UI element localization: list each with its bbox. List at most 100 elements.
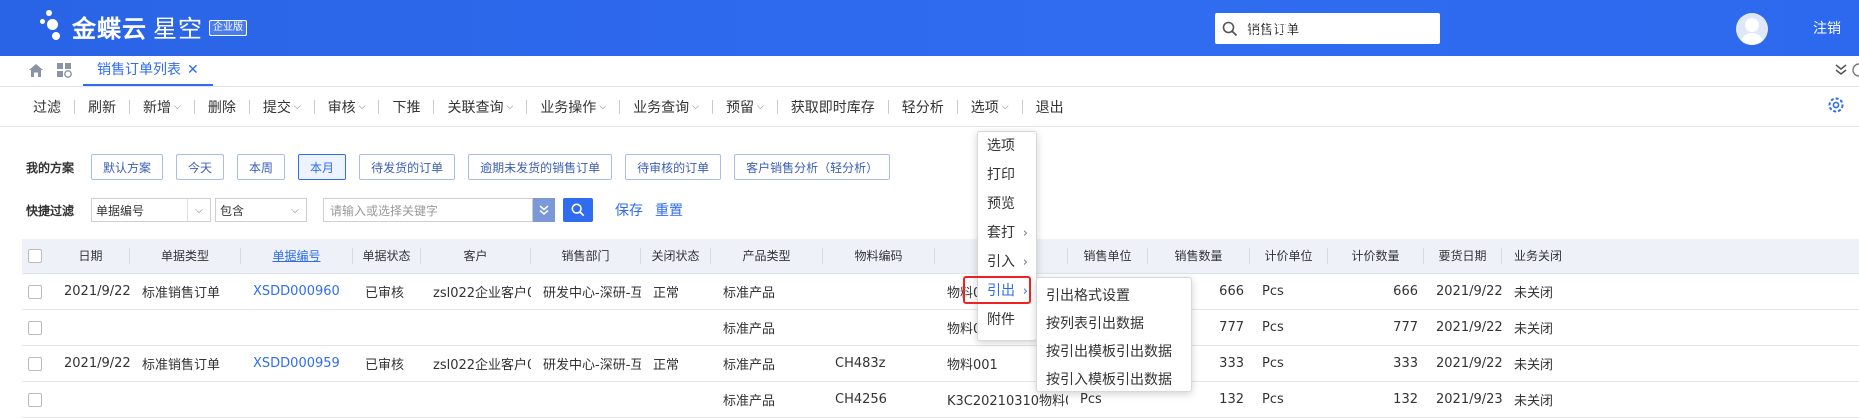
chevron-down-icon: ⌵ bbox=[1001, 101, 1009, 112]
toolbar-new[interactable]: 新增 ⌵ bbox=[130, 97, 194, 117]
table-cell[interactable]: XSDD000959 bbox=[241, 356, 353, 371]
search-button[interactable] bbox=[563, 198, 593, 222]
org-name: 000 纷享销客 bbox=[1331, 21, 1419, 37]
logout-link[interactable]: 注销 bbox=[1813, 18, 1841, 38]
toolbar-business-ops[interactable]: 业务操作 ⌵ bbox=[527, 97, 619, 117]
menu-item-print[interactable]: 打印 bbox=[978, 161, 1036, 190]
col-price-unit[interactable]: 计价单位 bbox=[1250, 248, 1328, 264]
table-cell: 标准产品 bbox=[723, 394, 776, 409]
table-cell: 132 bbox=[1219, 392, 1244, 407]
filter-field-select[interactable]: 单据编号 ⌵ bbox=[91, 198, 211, 222]
col-price-qty[interactable]: 计价数量 bbox=[1328, 248, 1424, 264]
select-all-checkbox[interactable] bbox=[22, 249, 52, 263]
export-submenu: 引出格式设置 按列表引出数据 按引出模板引出数据 按引入模板引出数据 bbox=[1036, 277, 1192, 392]
row-checkbox[interactable] bbox=[22, 320, 52, 335]
col-material-code[interactable]: 物料编码 bbox=[823, 248, 935, 264]
col-date[interactable]: 日期 bbox=[52, 248, 130, 264]
toolbar-business-query[interactable]: 业务查询 ⌵ bbox=[620, 97, 712, 117]
menu-item-options[interactable]: 选项 bbox=[978, 132, 1036, 161]
table-row[interactable]: 2021/9/22 标准销售订单 XSDD000959 已审核 zsl022企业客户02… bbox=[22, 346, 1859, 382]
col-required-date[interactable]: 要货日期 bbox=[1424, 248, 1502, 264]
col-doc-type[interactable]: 单据类型 bbox=[130, 248, 241, 264]
row-checkbox[interactable] bbox=[22, 356, 52, 371]
toolbar-audit[interactable]: 审核 ⌵ bbox=[315, 97, 379, 117]
menu-item-import[interactable]: 引入 › bbox=[978, 248, 1036, 277]
table-cell: 正常 bbox=[653, 358, 680, 373]
toolbar-options[interactable]: 选项 ⌵ bbox=[958, 97, 1022, 117]
toolbar-filter[interactable]: 过滤 bbox=[20, 97, 74, 117]
row-checkbox[interactable] bbox=[22, 392, 52, 407]
scheme-overdue-shipment[interactable]: 逾期未发货的销售订单 bbox=[468, 154, 613, 180]
double-chevron-down-icon[interactable] bbox=[533, 198, 555, 222]
menu-item-preview[interactable]: 预览 bbox=[978, 190, 1036, 219]
submenu-export-by-export-template[interactable]: 按引出模板引出数据 bbox=[1037, 338, 1191, 366]
keyword-input[interactable]: 请输入或选择关键字 bbox=[323, 198, 533, 222]
col-product-type[interactable]: 产品类型 bbox=[711, 248, 823, 264]
table-cell: 132 bbox=[1393, 392, 1418, 407]
scheme-pending-audit[interactable]: 待审核的订单 bbox=[625, 154, 722, 180]
col-close-status[interactable]: 关闭状态 bbox=[641, 248, 711, 264]
col-customer[interactable]: 客户 bbox=[421, 248, 531, 264]
chevron-down-icon: ⌵ bbox=[358, 101, 366, 112]
org-switcher[interactable]: 000 纷享销客 ⌵ bbox=[1331, 18, 1430, 38]
brand-logo[interactable]: 金蝶云 星空 企业版 bbox=[38, 8, 247, 44]
home-icon[interactable] bbox=[28, 63, 44, 82]
scheme-default[interactable]: 默认方案 bbox=[91, 154, 164, 180]
col-sales-unit[interactable]: 销售单位 bbox=[1068, 248, 1148, 264]
chevron-right-icon: › bbox=[1022, 226, 1028, 241]
chevron-down-icon: ⌵ bbox=[291, 204, 299, 216]
reset-filter-button[interactable]: 重置 bbox=[655, 200, 683, 220]
toolbar-reserve[interactable]: 预留 ⌵ bbox=[713, 97, 777, 117]
table-header: 日期 单据类型 单据编号 单据状态 客户 销售部门 关闭状态 产品类型 物料编码… bbox=[22, 239, 1859, 274]
table-row[interactable]: 标准产品物料001Pcs777Pcs7772021/9/22 ...未关闭 bbox=[22, 310, 1859, 346]
submenu-export-by-import-template[interactable]: 按引入模板引出数据 bbox=[1037, 366, 1191, 394]
scheme-today[interactable]: 今天 bbox=[176, 154, 225, 180]
menu-item-attachment[interactable]: 附件 bbox=[978, 306, 1036, 335]
scheme-row: 我的方案 默认方案 今天 本周 本月 待发货的订单 逾期未发货的销售订单 待审核… bbox=[26, 153, 903, 181]
chevron-down-icon: ⌵ bbox=[1422, 25, 1431, 36]
col-business-close[interactable]: 业务关闭 bbox=[1502, 248, 1574, 264]
toolbar-exit[interactable]: 退出 bbox=[1023, 97, 1077, 117]
scheme-pending-shipment[interactable]: 待发货的订单 bbox=[359, 154, 456, 180]
table-cell: Pcs bbox=[1262, 284, 1284, 299]
close-icon[interactable]: ✕ bbox=[187, 56, 199, 84]
tab-sales-order-list[interactable]: 销售订单列表 ✕ bbox=[83, 56, 213, 86]
col-doc-status[interactable]: 单据状态 bbox=[353, 248, 421, 264]
double-chevron-down-icon[interactable] bbox=[1834, 62, 1848, 80]
menu-item-template-print[interactable]: 套打 › bbox=[978, 219, 1036, 248]
toolbar-light-analysis[interactable]: 轻分析 bbox=[889, 97, 957, 117]
save-filter-button[interactable]: 保存 bbox=[615, 200, 643, 220]
gear-icon[interactable] bbox=[1827, 96, 1845, 118]
scheme-this-week[interactable]: 本周 bbox=[237, 154, 286, 180]
more-icon[interactable] bbox=[1852, 62, 1859, 82]
highlight-frame bbox=[963, 276, 1031, 304]
table-cell[interactable]: XSDD000960 bbox=[241, 284, 353, 299]
interface-env-link[interactable]: 接口环境 bbox=[1235, 18, 1291, 38]
scheme-this-month[interactable]: 本月 bbox=[298, 154, 347, 180]
toolbar-submit[interactable]: 提交 ⌵ bbox=[250, 97, 314, 117]
apps-icon[interactable] bbox=[57, 63, 72, 82]
toolbar-refresh[interactable]: 刷新 bbox=[75, 97, 129, 117]
table-cell: 标准销售订单 bbox=[142, 286, 221, 301]
col-sales-qty[interactable]: 销售数量 bbox=[1148, 248, 1250, 264]
table-row[interactable]: 2021/9/22 标准销售订单 XSDD000960 已审核 zsl022企业客户02… bbox=[22, 274, 1859, 310]
table-cell: 标准销售订单 bbox=[142, 358, 221, 373]
submenu-export-by-list[interactable]: 按列表引出数据 bbox=[1037, 310, 1191, 338]
row-checkbox[interactable] bbox=[22, 284, 52, 299]
filter-operator-select[interactable]: 包含 ⌵ bbox=[215, 198, 307, 222]
toolbar-push-down[interactable]: 下推 bbox=[379, 97, 433, 117]
scheme-customer-analysis[interactable]: 客户销售分析（轻分析） bbox=[734, 154, 891, 180]
table-cell: 2021/9/22 ... bbox=[1436, 284, 1502, 299]
toolbar-delete[interactable]: 删除 bbox=[195, 97, 249, 117]
chevron-down-icon: ⌵ bbox=[506, 101, 514, 112]
avatar[interactable] bbox=[1736, 13, 1768, 45]
table-cell: 777 bbox=[1393, 320, 1418, 335]
table-row[interactable]: 标准产品CH4256K3C20210310物料003Pcs132Pcs13220… bbox=[22, 382, 1859, 418]
top-header: 金蝶云星空 企业版 接口环境 000 纷享销客 ⌵ 注销 bbox=[0, 0, 1859, 56]
col-doc-number[interactable]: 单据编号 bbox=[241, 248, 353, 264]
col-sales-dept[interactable]: 销售部门 bbox=[531, 248, 641, 264]
submenu-export-format-settings[interactable]: 引出格式设置 bbox=[1037, 282, 1191, 310]
table-cell: CH483z bbox=[835, 356, 886, 371]
toolbar-get-inventory[interactable]: 获取即时库存 bbox=[778, 97, 888, 117]
toolbar-related-query[interactable]: 关联查询 ⌵ bbox=[434, 97, 526, 117]
